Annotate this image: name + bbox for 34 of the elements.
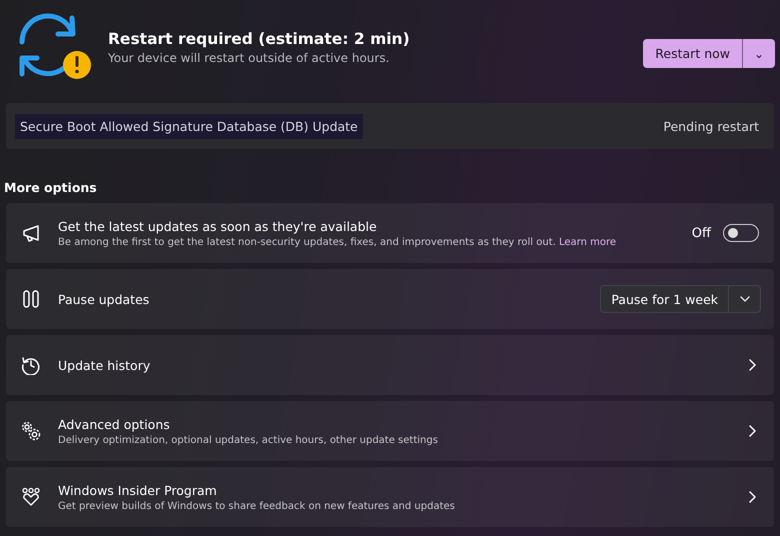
restart-options-button[interactable]: ⌄ — [743, 39, 775, 68]
option-card[interactable]: Windows Insider Program Get preview builds of Windows to share feedback on new features and updates — [6, 467, 774, 527]
option-title: Windows Insider Program — [58, 482, 218, 498]
pause-icon — [21, 289, 41, 309]
caret-icon — [740, 296, 750, 302]
chevron-icon — [747, 358, 757, 372]
option-description: Get preview builds of Windows to share feedback on new features and updates — [58, 500, 456, 512]
option-description: Delivery optimization, optional updates, active hours, other update settings — [58, 434, 439, 446]
learn-more-link[interactable]: Learn more — [558, 236, 616, 248]
status-title: Restart required (estimate: 2 min) — [108, 30, 411, 48]
option-title: Update history — [58, 358, 152, 372]
option-title: Pause updates — [58, 292, 150, 306]
chevron-icon — [747, 424, 757, 438]
dropdown-caret-button[interactable] — [728, 285, 761, 313]
update-name: Secure Boot Allowed Signature Database (DB) Update — [15, 114, 363, 138]
history-icon — [21, 355, 41, 375]
section-title: More options — [4, 180, 98, 195]
update-status: Pending restart — [663, 118, 759, 134]
status-subtitle: Your device will restart outside of active hours. — [108, 50, 390, 64]
option-title: Advanced options — [58, 416, 171, 432]
toggle-state-label: Off — [692, 226, 711, 240]
megaphone-icon — [21, 223, 41, 243]
option-card[interactable]: Get the latest updates as soon as they're available Be among the first to get the latest non-security updates, fixes, and improvements as they roll out. Learn more Off — [6, 203, 774, 263]
chevron-icon — [747, 490, 757, 504]
restart-now-button[interactable]: Restart now — [643, 39, 743, 68]
option-card[interactable]: Advanced options Delivery optimization, optional updates, active hours, other update settings — [6, 401, 774, 461]
hearts-icon — [21, 487, 41, 507]
option-card[interactable]: Update history — [6, 335, 774, 395]
pause-duration-dropdown[interactable]: Pause for 1 week — [600, 285, 728, 313]
option-card[interactable]: Pause updates Pause for 1 week — [6, 269, 774, 329]
option-description: Be among the first to get the latest non-security updates, fixes, and improvements as they roll out. Learn more — [58, 236, 618, 248]
option-title: Get the latest updates as soon as they're available — [58, 218, 378, 234]
toggle-switch[interactable] — [723, 224, 759, 242]
gears-icon — [21, 421, 41, 441]
